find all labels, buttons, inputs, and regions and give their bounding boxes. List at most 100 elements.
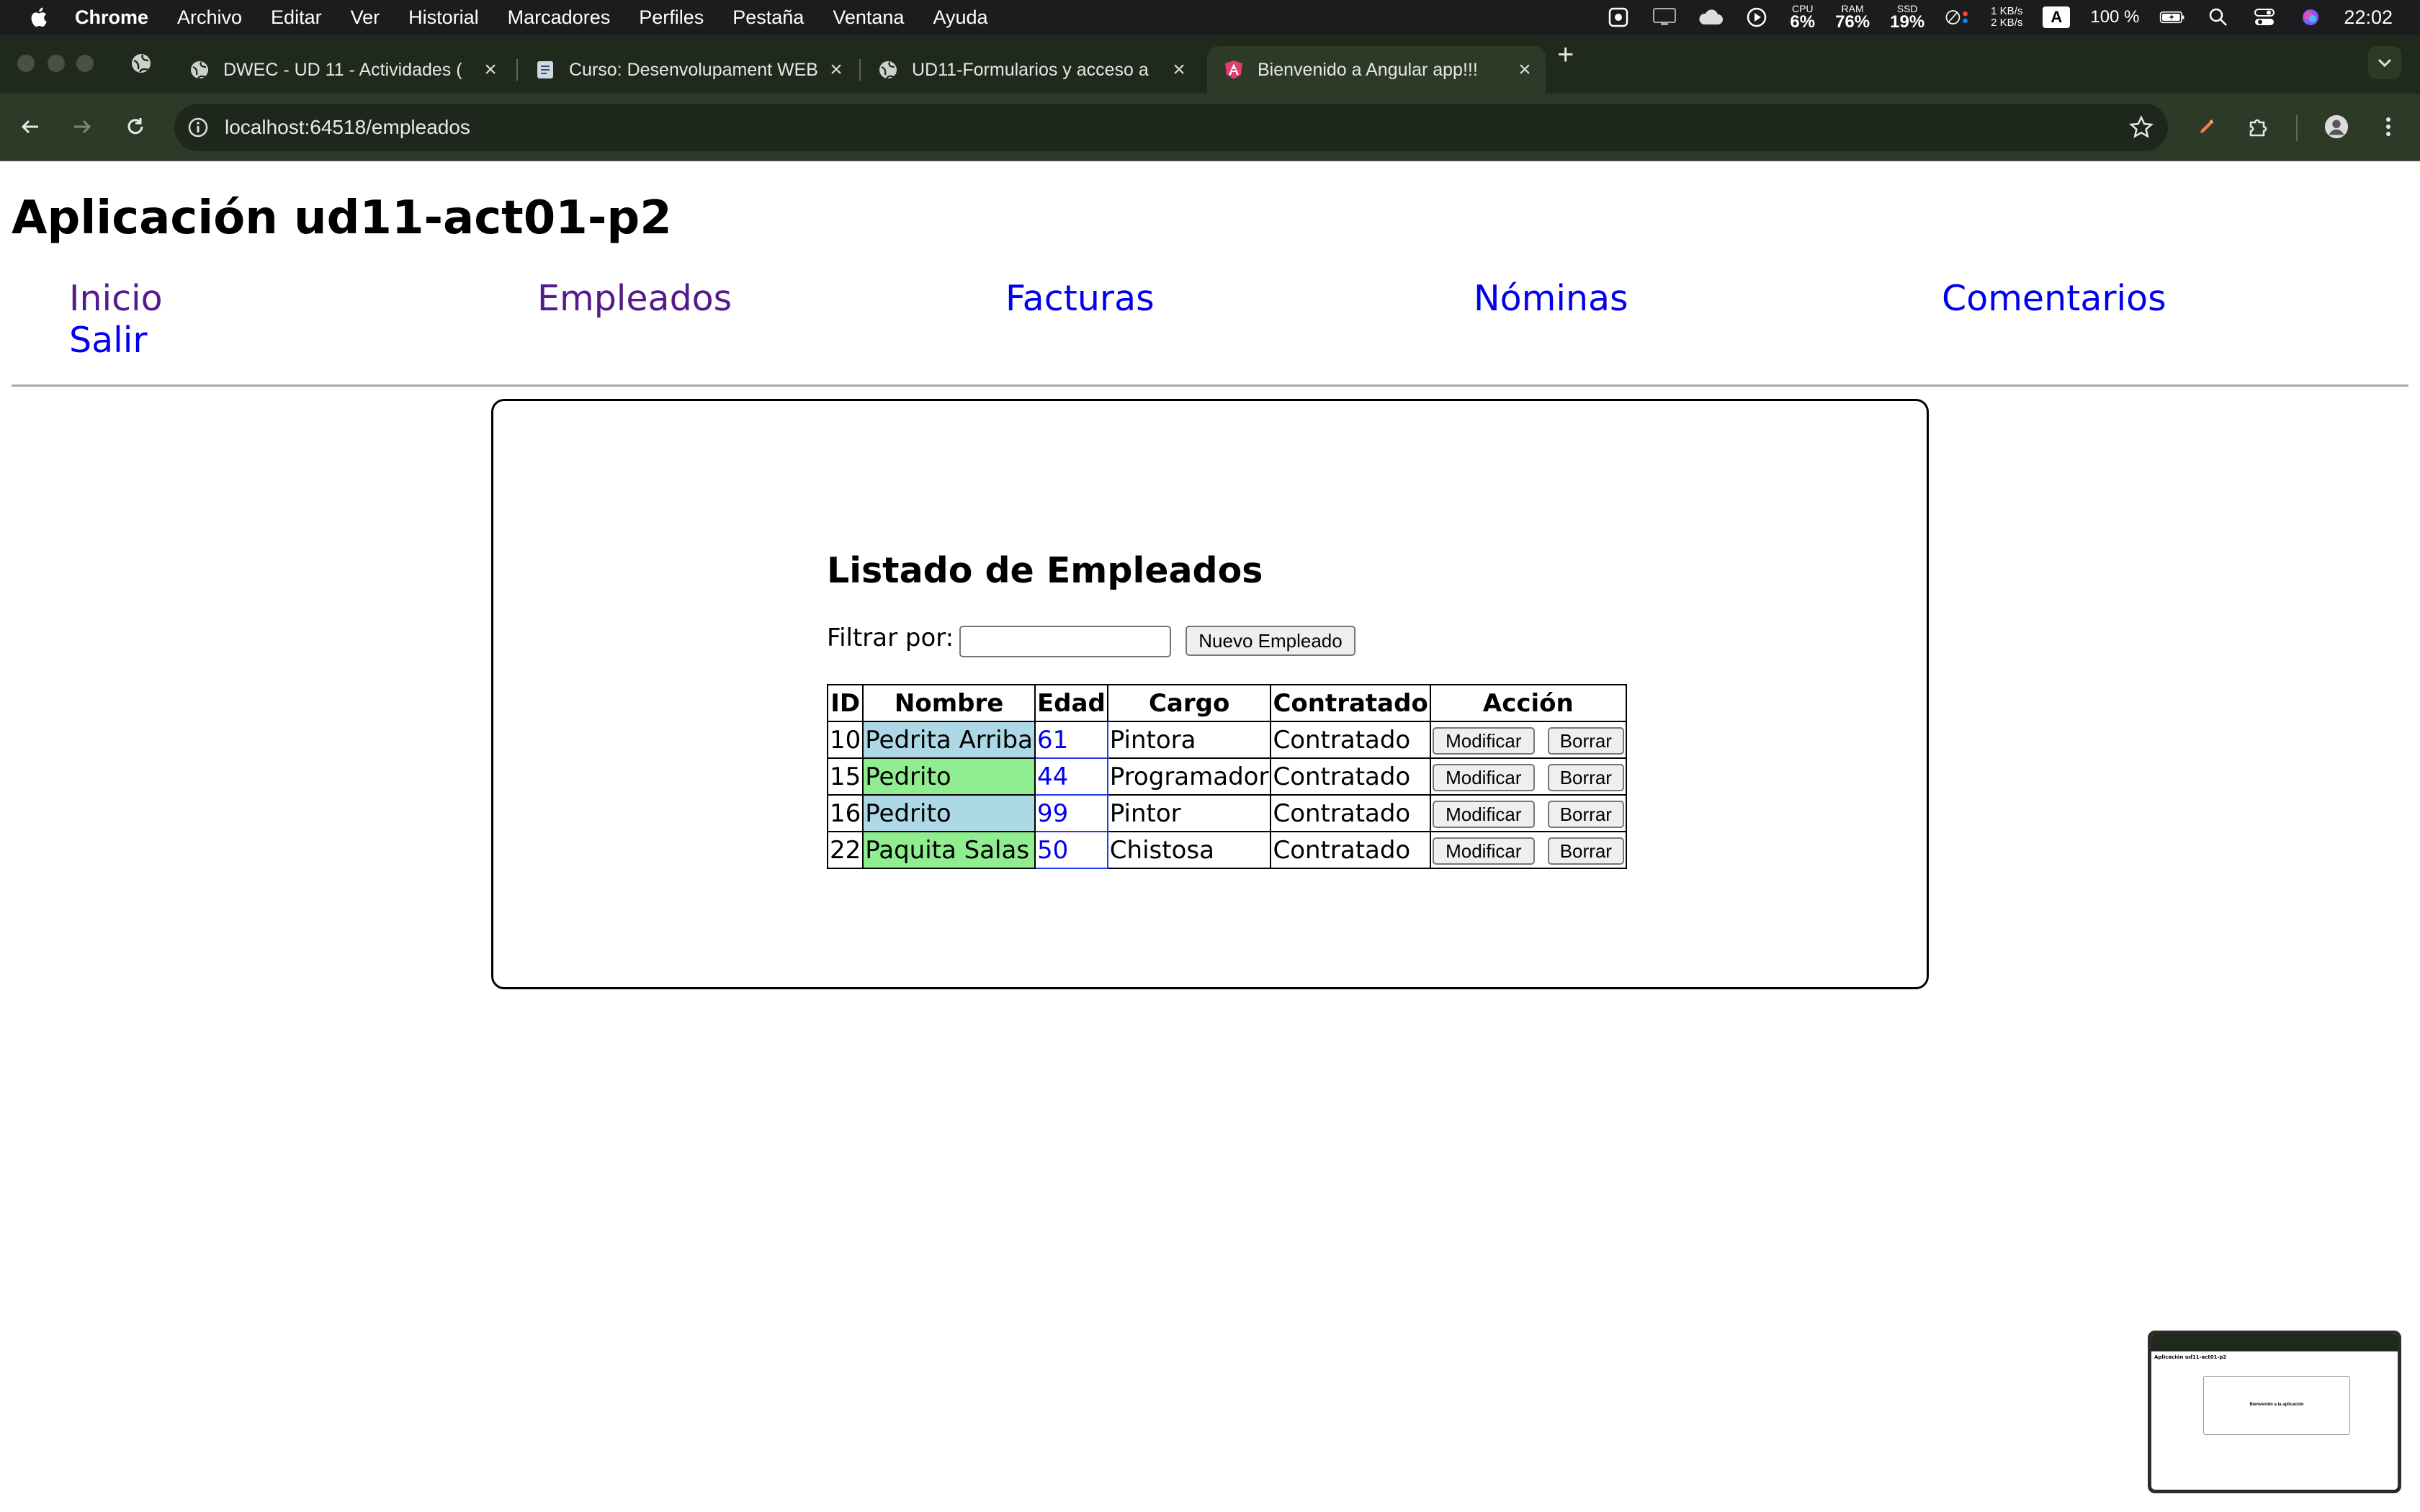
battery-icon[interactable] xyxy=(2159,6,2185,28)
tab-search-chevron-down-icon[interactable] xyxy=(2368,46,2401,79)
delete-button[interactable]: Borrar xyxy=(1547,727,1624,755)
cell-accion: Modificar Borrar xyxy=(1429,794,1627,832)
tab-angular-app[interactable]: Bienvenido a Angular app!!! × xyxy=(1207,46,1546,94)
macos-menu-bar: Chrome Archivo Editar Ver Historial Marc… xyxy=(0,0,2420,35)
nav-link-nominas[interactable]: Nóminas xyxy=(1474,278,1628,319)
nav-link-comentarios[interactable]: Comentarios xyxy=(1942,278,2166,319)
cell-contratado: Contratado xyxy=(1270,757,1431,796)
delete-button[interactable]: Borrar xyxy=(1547,801,1624,828)
cloud-icon[interactable] xyxy=(1698,6,1724,28)
activity-monitor-icon[interactable] xyxy=(1605,6,1631,28)
screen-mirroring-icon[interactable] xyxy=(1652,6,1677,28)
modify-button[interactable]: Modificar xyxy=(1432,801,1535,828)
menu-pestana[interactable]: Pestaña xyxy=(732,6,804,29)
modify-button[interactable]: Modificar xyxy=(1432,764,1535,791)
tab-close-icon[interactable]: × xyxy=(825,59,847,81)
web-page: Aplicación ud11-act01-p2 Inicio Empleado… xyxy=(0,161,2420,1512)
menu-ayuda[interactable]: Ayuda xyxy=(933,6,987,29)
employees-table: ID Nombre Edad Cargo Contratado Acción 1… xyxy=(826,684,1627,869)
url-text[interactable]: localhost:64518/empleados xyxy=(225,116,470,139)
ram-stat: RAM 76% xyxy=(1835,4,1870,31)
control-center-icon[interactable] xyxy=(2251,6,2277,28)
apple-menu-icon[interactable] xyxy=(27,5,52,30)
nav-link-facturas[interactable]: Facturas xyxy=(1005,278,1155,319)
toolbar-separator xyxy=(2296,115,2298,141)
nav-link-salir[interactable]: Salir xyxy=(69,320,148,361)
menu-archivo[interactable]: Archivo xyxy=(177,6,242,29)
forward-arrow-icon[interactable] xyxy=(69,114,95,140)
nav-link-inicio[interactable]: Inicio xyxy=(69,278,163,319)
app-title: Aplicación ud11-act01-p2 xyxy=(12,192,672,245)
nav-link-empleados[interactable]: Empleados xyxy=(537,278,732,319)
chrome-menu-kebab-icon[interactable] xyxy=(2375,114,2401,140)
list-title: Listado de Empleados xyxy=(827,550,1263,591)
spotlight-search-icon[interactable] xyxy=(2205,6,2231,28)
cell-nombre: Pedrita Arriba xyxy=(862,721,1036,759)
modify-button[interactable]: Modificar xyxy=(1432,837,1535,865)
menu-ver[interactable]: Ver xyxy=(351,6,380,29)
bookmark-star-icon[interactable] xyxy=(2129,115,2154,140)
address-bar[interactable]: localhost:64518/empleados xyxy=(174,104,2168,151)
profile-avatar[interactable] xyxy=(2323,114,2349,140)
browser-tab-strip: DWEC - UD 11 - Actividades ( × Curso: De… xyxy=(0,35,2420,94)
cpu-value: 6% xyxy=(1790,12,1816,32)
net-up: 1 KB/s xyxy=(1991,4,2023,17)
ssd-stat: SSD 19% xyxy=(1890,4,1924,31)
extensions-puzzle-icon[interactable] xyxy=(2246,114,2272,140)
reload-icon[interactable] xyxy=(122,114,148,140)
menu-marcadores[interactable]: Marcadores xyxy=(508,6,611,29)
tab-separator xyxy=(516,59,518,81)
nav-divider xyxy=(12,384,2408,387)
new-employee-button[interactable]: Nuevo Empleado xyxy=(1186,626,1355,656)
ssd-value: 19% xyxy=(1890,12,1925,32)
window-close-button[interactable] xyxy=(17,55,35,72)
filter-input[interactable] xyxy=(959,626,1171,657)
site-info-icon[interactable] xyxy=(187,117,209,138)
browser-toolbar: localhost:64518/empleados xyxy=(0,94,2420,161)
siri-icon[interactable] xyxy=(2298,6,2323,28)
cell-edad: 44 xyxy=(1034,757,1108,796)
thumbnail-browser-bar xyxy=(2151,1334,2398,1351)
clock[interactable]: 22:02 xyxy=(2344,6,2393,29)
menu-editar[interactable]: Editar xyxy=(271,6,322,29)
modify-button[interactable]: Modificar xyxy=(1432,727,1535,755)
delete-button[interactable]: Borrar xyxy=(1547,764,1624,791)
window-minimize-button[interactable] xyxy=(48,55,65,72)
window-zoom-button[interactable] xyxy=(76,55,94,72)
cell-cargo: Pintora xyxy=(1106,721,1272,759)
cell-edad: 50 xyxy=(1034,831,1108,869)
menu-app-chrome[interactable]: Chrome xyxy=(75,6,148,29)
tab-close-icon[interactable]: × xyxy=(480,59,501,81)
cell-nombre: Pedrito xyxy=(862,757,1036,796)
thumbnail-message: Bienvenido a la aplicación xyxy=(2249,1403,2304,1407)
pen-extension-icon[interactable] xyxy=(2194,114,2220,140)
menu-ventana[interactable]: Ventana xyxy=(833,6,904,29)
delete-button[interactable]: Borrar xyxy=(1547,837,1624,865)
input-source-indicator[interactable]: A xyxy=(2043,6,2071,28)
globe-favicon-icon xyxy=(191,61,208,79)
header-nombre: Nombre xyxy=(862,684,1036,722)
tab-group-globe-icon[interactable] xyxy=(130,52,153,75)
tab-ud11-formularios[interactable]: UD11-Formularios y acceso a × xyxy=(861,46,1200,94)
cell-nombre: Pedrito xyxy=(862,794,1036,832)
cell-cargo: Programador xyxy=(1106,757,1272,796)
tab-dwec[interactable]: DWEC - UD 11 - Actividades ( × xyxy=(173,46,511,94)
back-arrow-icon[interactable] xyxy=(17,114,43,140)
menu-historial[interactable]: Historial xyxy=(408,6,479,29)
cell-contratado: Contratado xyxy=(1270,794,1431,832)
cell-accion: Modificar Borrar xyxy=(1429,721,1627,759)
header-edad: Edad xyxy=(1034,684,1108,722)
battery-percent: 100 % xyxy=(2090,7,2140,27)
network-status-icon[interactable] xyxy=(1945,6,1971,28)
new-tab-plus-icon[interactable]: + xyxy=(1557,39,1574,71)
menu-perfiles[interactable]: Perfiles xyxy=(639,6,704,29)
thumbnail-card: Bienvenido a la aplicación xyxy=(2203,1376,2350,1435)
tab-close-icon[interactable]: × xyxy=(1514,59,1536,81)
screenshot-preview-thumbnail[interactable]: Aplicación ud11-act01-p2 Bienvenido a la… xyxy=(2148,1331,2401,1493)
table-row: 22 Paquita Salas 50 Chistosa Contratado … xyxy=(826,831,1627,869)
tab-curso[interactable]: Curso: Desenvolupament WEB × xyxy=(519,46,857,94)
cell-id: 16 xyxy=(826,794,864,832)
play-circle-icon[interactable] xyxy=(1744,6,1770,28)
cell-id: 15 xyxy=(826,757,864,796)
tab-close-icon[interactable]: × xyxy=(1168,59,1190,81)
